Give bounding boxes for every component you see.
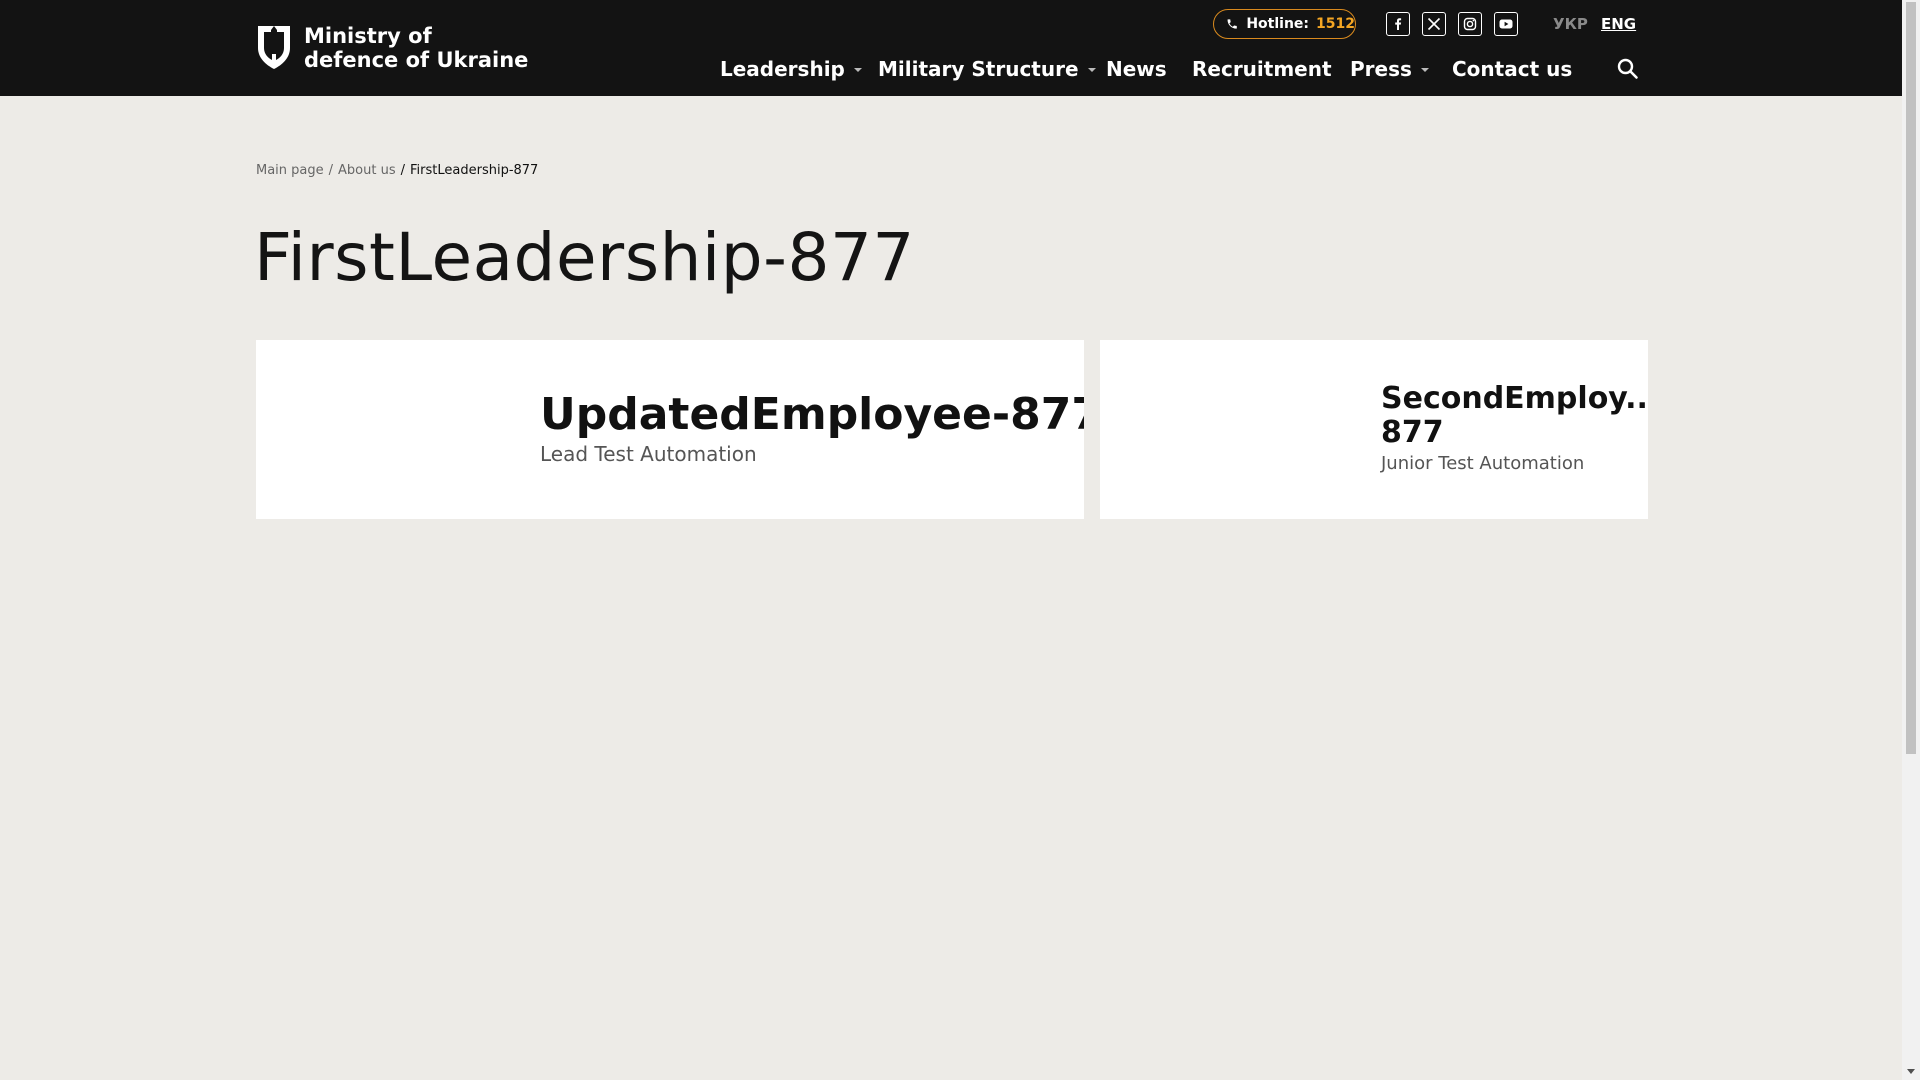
trident-emblem-icon <box>258 26 290 69</box>
instagram-link[interactable] <box>1458 12 1482 36</box>
nav-press-label: Press <box>1350 57 1412 81</box>
employee-name: SecondEmploy... 877 <box>1381 381 1648 450</box>
hotline-label: Hotline: <box>1246 16 1310 32</box>
nav-contact-us-label: Contact us <box>1452 57 1573 81</box>
lang-eng[interactable]: ENG <box>1601 15 1636 33</box>
caret-down-icon <box>1087 68 1096 72</box>
hotline-button[interactable]: Hotline: 1512 <box>1213 9 1356 39</box>
nav-leadership[interactable]: Leadership <box>720 56 862 82</box>
page-scrollbar[interactable] <box>1902 0 1920 1080</box>
breadcrumb-main-page[interactable]: Main page <box>256 163 324 178</box>
employee-role: Junior Test Automation <box>1381 453 1585 474</box>
nav-recruitment[interactable]: Recruitment <box>1192 56 1332 82</box>
logo-line-2: defence of Ukraine <box>304 48 529 72</box>
site-header: Ministry of defence of Ukraine Hotline: … <box>0 0 1902 96</box>
nav-press[interactable]: Press <box>1350 56 1429 82</box>
hotline-number: 1512 <box>1316 16 1355 32</box>
nav-military-structure-label: Military Structure <box>878 57 1079 81</box>
employee-role: Lead Test Automation <box>540 442 757 466</box>
nav-military-structure[interactable]: Military Structure <box>878 56 1096 82</box>
nav-news[interactable]: News <box>1106 56 1167 82</box>
youtube-link[interactable] <box>1494 12 1518 36</box>
employee-name-line-2: 877 <box>1381 415 1444 450</box>
facebook-icon <box>1395 18 1402 30</box>
nav-recruitment-label: Recruitment <box>1192 57 1332 81</box>
facebook-link[interactable] <box>1386 12 1410 36</box>
phone-icon <box>1227 19 1237 29</box>
breadcrumb-current: FirstLeadership-877 <box>410 163 539 178</box>
x-twitter-icon <box>1427 17 1441 31</box>
instagram-icon <box>1463 17 1477 31</box>
youtube-icon <box>1499 19 1513 29</box>
caret-down-icon <box>1420 68 1429 72</box>
breadcrumb: Main page / About us / FirstLeadership-8… <box>256 163 538 178</box>
nav-news-label: News <box>1106 57 1167 81</box>
search-icon <box>1617 58 1638 79</box>
scrollbar-thumb[interactable] <box>1906 2 1916 754</box>
social-links <box>1386 12 1530 36</box>
site-logo[interactable]: Ministry of defence of Ukraine <box>256 24 528 72</box>
employee-name-line-1: SecondEmploy... <box>1381 381 1648 416</box>
employee-card[interactable]: UpdatedEmployee-877 Lead Test Automation <box>256 340 1084 519</box>
breadcrumb-separator: / <box>328 163 334 178</box>
scroll-down-arrow-icon[interactable] <box>1907 1069 1915 1074</box>
nav-contact-us[interactable]: Contact us <box>1452 56 1572 82</box>
search-button[interactable] <box>1615 56 1641 82</box>
employee-card[interactable]: SecondEmploy... 877 Junior Test Automati… <box>1100 340 1648 519</box>
employee-name: UpdatedEmployee-877 <box>540 389 1084 440</box>
nav-leadership-label: Leadership <box>720 57 845 81</box>
site-logo-text: Ministry of defence of Ukraine <box>304 24 528 72</box>
breadcrumb-about-us[interactable]: About us <box>338 163 396 178</box>
caret-down-icon <box>853 68 862 72</box>
logo-line-1: Ministry of <box>304 24 432 48</box>
page-title: FirstLeadership-877 <box>254 219 915 296</box>
breadcrumb-separator: / <box>400 163 406 178</box>
x-twitter-link[interactable] <box>1422 12 1446 36</box>
lang-ukr[interactable]: УКР <box>1553 15 1588 33</box>
